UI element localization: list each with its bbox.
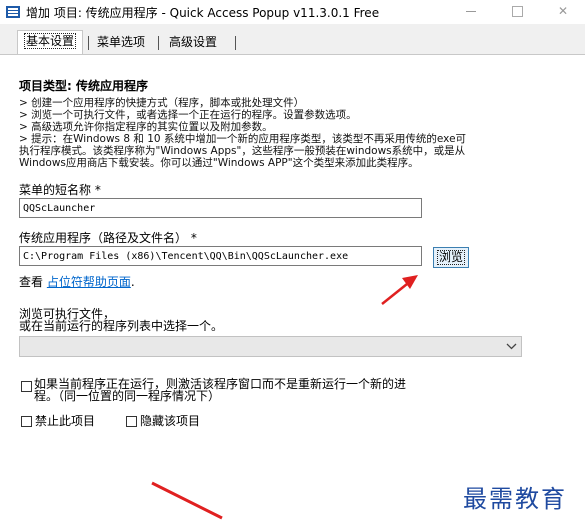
red-arrow-icon xyxy=(381,275,418,305)
annotation-arrows xyxy=(151,275,418,520)
tab-basic-settings[interactable]: 基本设置 xyxy=(17,30,84,54)
red-arrow-icon xyxy=(151,481,223,520)
watermark-logo: 最需教育 xyxy=(463,485,567,513)
tab-label: 基本设置 xyxy=(24,33,77,49)
